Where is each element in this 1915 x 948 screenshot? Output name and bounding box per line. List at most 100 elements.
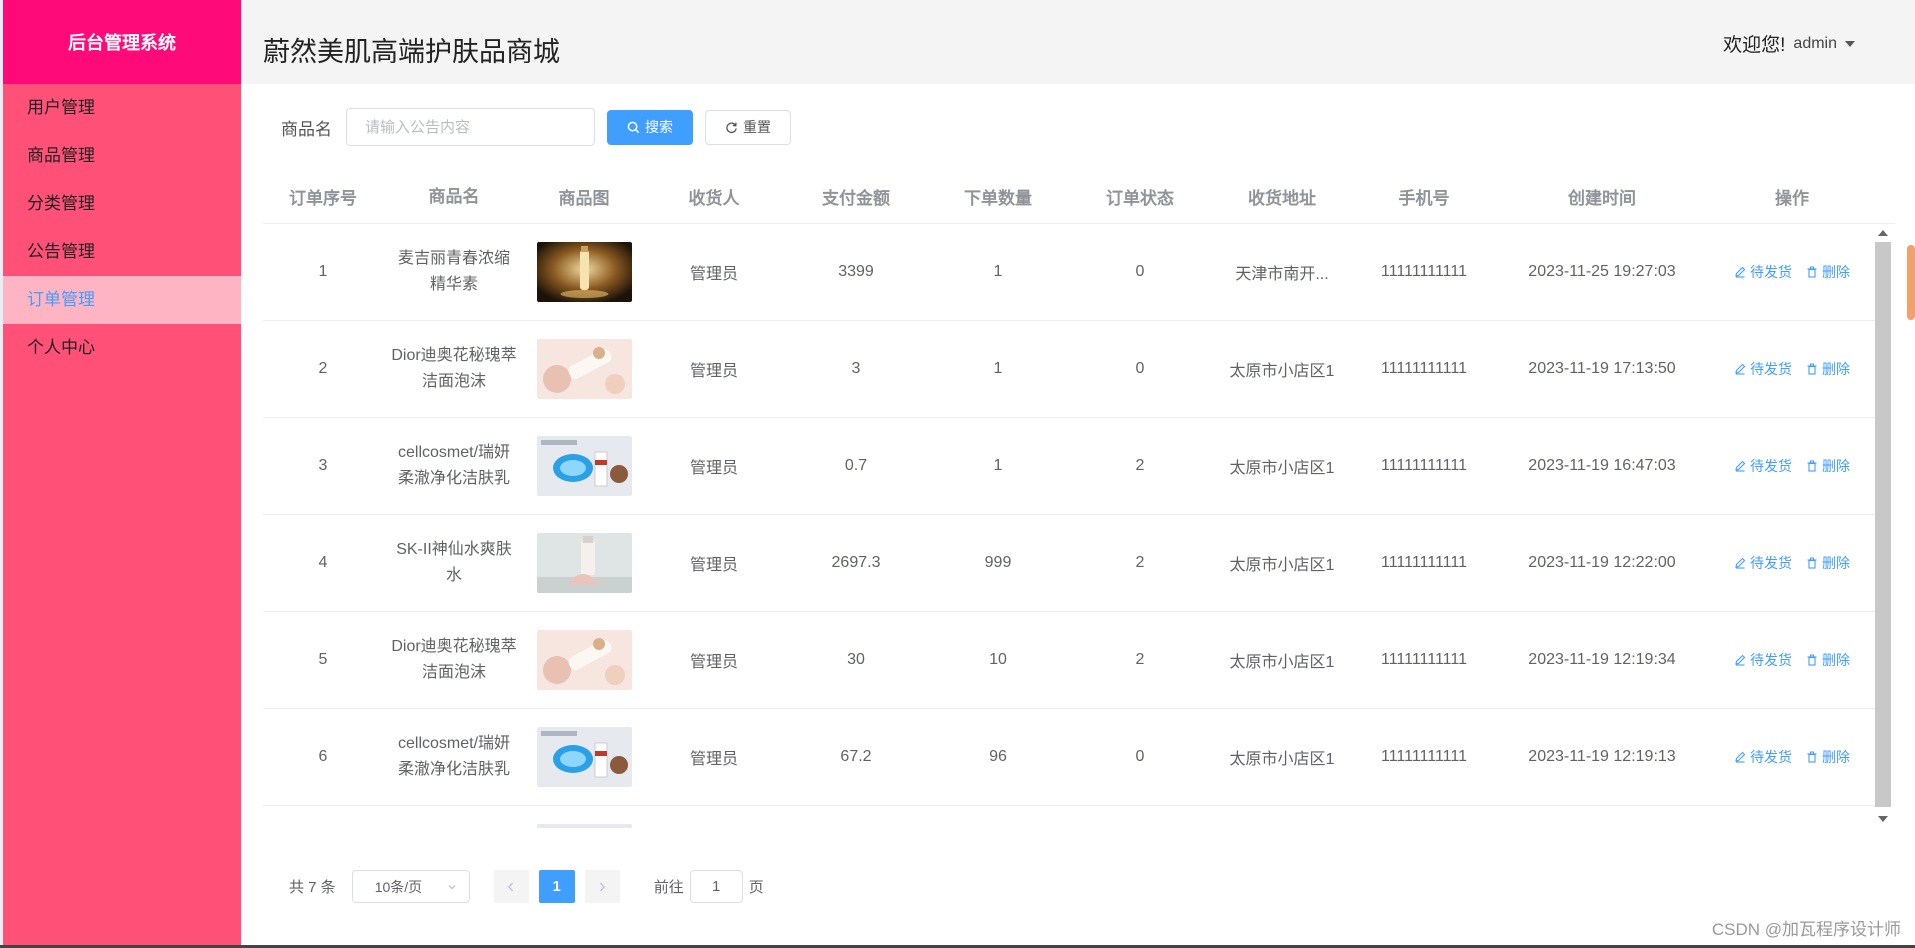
- cell-product-name: Dior迪奥花秘瑰萃洁面泡沫: [391, 638, 517, 681]
- cell-phone: 11111111111: [1380, 263, 1467, 280]
- page-number-current[interactable]: 1: [538, 870, 575, 903]
- goto-page-input[interactable]: 1: [689, 870, 743, 903]
- delete-label: 删除: [1822, 458, 1850, 474]
- cell-actions: 待发货 删除: [1709, 456, 1875, 476]
- search-input[interactable]: [346, 108, 595, 146]
- ship-button[interactable]: 待发货: [1734, 456, 1792, 476]
- cell-product-image: [525, 242, 643, 302]
- cell-status: 0: [1135, 748, 1145, 765]
- reset-button-label: 重置: [743, 119, 771, 135]
- cell-quantity: 10: [989, 651, 1007, 668]
- ship-button[interactable]: 待发货: [1734, 650, 1792, 670]
- sidebar-item-categories[interactable]: 分类管理: [3, 180, 241, 228]
- product-thumbnail: [536, 824, 632, 828]
- page-scrollbar-thumb[interactable]: [1907, 245, 1915, 320]
- edit-icon: [1735, 654, 1746, 666]
- search-button[interactable]: 搜索: [607, 109, 693, 145]
- cell-product-name: Dior迪奥花秘瑰萃洁面泡沫: [391, 347, 517, 390]
- cell-receiver: 管理员: [689, 751, 738, 768]
- cell-receiver: 管理员: [689, 460, 738, 477]
- table-row: cellcosmet/瑞妍: [263, 806, 1875, 828]
- col-header: 收货地址: [1248, 189, 1316, 208]
- page-size-select[interactable]: 10条/页: [351, 870, 470, 903]
- product-thumbnail: [536, 533, 632, 593]
- sidebar: 后台管理系统 用户管理 商品管理 分类管理 公告管理 订单管理 个人中心: [0, 0, 241, 948]
- cell-order-id: 6: [318, 748, 328, 765]
- ship-button[interactable]: 待发货: [1734, 747, 1792, 767]
- cell-receiver: 管理员: [689, 363, 738, 380]
- trash-icon: [1807, 557, 1817, 569]
- page-suffix: 页: [748, 879, 764, 896]
- delete-button[interactable]: 删除: [1806, 747, 1850, 767]
- cell-order-id: 3: [318, 457, 328, 474]
- delete-label: 删除: [1822, 555, 1850, 571]
- cell-amount: 3399: [838, 263, 874, 280]
- sidebar-item-profile[interactable]: 个人中心: [3, 324, 241, 372]
- trash-icon: [1807, 363, 1817, 375]
- cell-phone: 11111111111: [1380, 360, 1467, 377]
- table-row: 4 SK-II神仙水爽肤水 管理员 2697.3 999 2 太原市小店区1 11111111…: [263, 515, 1875, 612]
- table-row: 6 cellcosmet/瑞妍柔澈净化洁肤乳 管理员 67.2 96 0 太原市小店区1 11…: [263, 709, 1875, 806]
- username[interactable]: admin: [1793, 35, 1837, 53]
- cell-phone: 11111111111: [1380, 748, 1467, 765]
- delete-button[interactable]: 删除: [1806, 359, 1850, 379]
- cell-created-time: 2023-11-19 17:13:50: [1528, 360, 1676, 377]
- cell-order-id: 4: [318, 554, 328, 571]
- table-body: 1 麦吉丽青春浓缩精华素 管理员 3399 1 0 天津市南开... 11111111111 2…: [263, 224, 1875, 828]
- cell-receiver: 管理员: [689, 266, 738, 283]
- next-page-button[interactable]: [584, 870, 620, 903]
- ship-button[interactable]: 待发货: [1734, 262, 1792, 282]
- trash-icon: [1807, 266, 1817, 278]
- ship-button[interactable]: 待发货: [1734, 553, 1792, 573]
- cell-status: 0: [1135, 263, 1145, 280]
- watermark: CSDN @加瓦程序设计师: [1711, 920, 1901, 939]
- sidebar-item-orders[interactable]: 订单管理: [3, 276, 241, 324]
- search-button-label: 搜索: [645, 119, 673, 135]
- chevron-right-icon: [600, 882, 606, 891]
- user-dropdown[interactable]: 欢迎您! admin: [1723, 30, 1855, 57]
- scroll-up-icon[interactable]: [1878, 230, 1888, 236]
- col-header: 订单序号: [289, 189, 357, 208]
- product-thumbnail: [536, 727, 632, 787]
- delete-button[interactable]: 删除: [1806, 262, 1850, 282]
- cell-actions: 待发货 删除: [1709, 359, 1875, 379]
- prev-page-button[interactable]: [493, 870, 529, 903]
- ship-label: 待发货: [1750, 361, 1792, 377]
- cell-actions: 待发货 删除: [1709, 553, 1875, 573]
- reset-button[interactable]: 重置: [705, 109, 791, 145]
- delete-button[interactable]: 删除: [1806, 456, 1850, 476]
- caret-down-icon[interactable]: [1845, 40, 1855, 47]
- total-count: 共 7 条: [289, 879, 336, 896]
- sidebar-item-users[interactable]: 用户管理: [3, 84, 241, 132]
- scrollbar-thumb[interactable]: [1875, 242, 1891, 807]
- delete-button[interactable]: 删除: [1806, 553, 1850, 573]
- cell-quantity: 1: [993, 360, 1003, 377]
- table-row: 1 麦吉丽青春浓缩精华素 管理员 3399 1 0 天津市南开... 11111111111 2…: [263, 224, 1875, 321]
- cell-address: 太原市小店区1: [1229, 363, 1335, 380]
- col-header: 下单数量: [964, 189, 1032, 208]
- trash-icon: [1807, 460, 1817, 472]
- edit-icon: [1735, 751, 1746, 763]
- ship-label: 待发货: [1750, 749, 1792, 765]
- table-scrollbar[interactable]: [1875, 224, 1891, 828]
- cell-address: 太原市小店区1: [1229, 460, 1335, 477]
- delete-label: 删除: [1822, 749, 1850, 765]
- ship-label: 待发货: [1750, 264, 1792, 280]
- cell-order-id: 1: [318, 263, 328, 280]
- cell-product-image: [525, 824, 643, 828]
- pagination: 共 7 条 10条/页 1 前往 1 页: [289, 870, 764, 903]
- ship-button[interactable]: 待发货: [1734, 359, 1792, 379]
- ship-label: 待发货: [1750, 458, 1792, 474]
- search-icon: [627, 121, 640, 133]
- delete-label: 删除: [1822, 361, 1850, 377]
- sidebar-item-products[interactable]: 商品管理: [3, 132, 241, 180]
- product-thumbnail: [536, 242, 632, 302]
- sidebar-item-notices[interactable]: 公告管理: [3, 228, 241, 276]
- cell-status: 2: [1135, 554, 1145, 571]
- sidebar-menu: 用户管理 商品管理 分类管理 公告管理 订单管理 个人中心: [3, 84, 241, 372]
- scroll-down-icon[interactable]: [1878, 816, 1888, 822]
- cell-created-time: 2023-11-19 12:22:00: [1528, 554, 1676, 571]
- delete-button[interactable]: 删除: [1806, 650, 1850, 670]
- cell-amount: 67.2: [840, 748, 872, 765]
- col-header: 操作: [1775, 189, 1809, 208]
